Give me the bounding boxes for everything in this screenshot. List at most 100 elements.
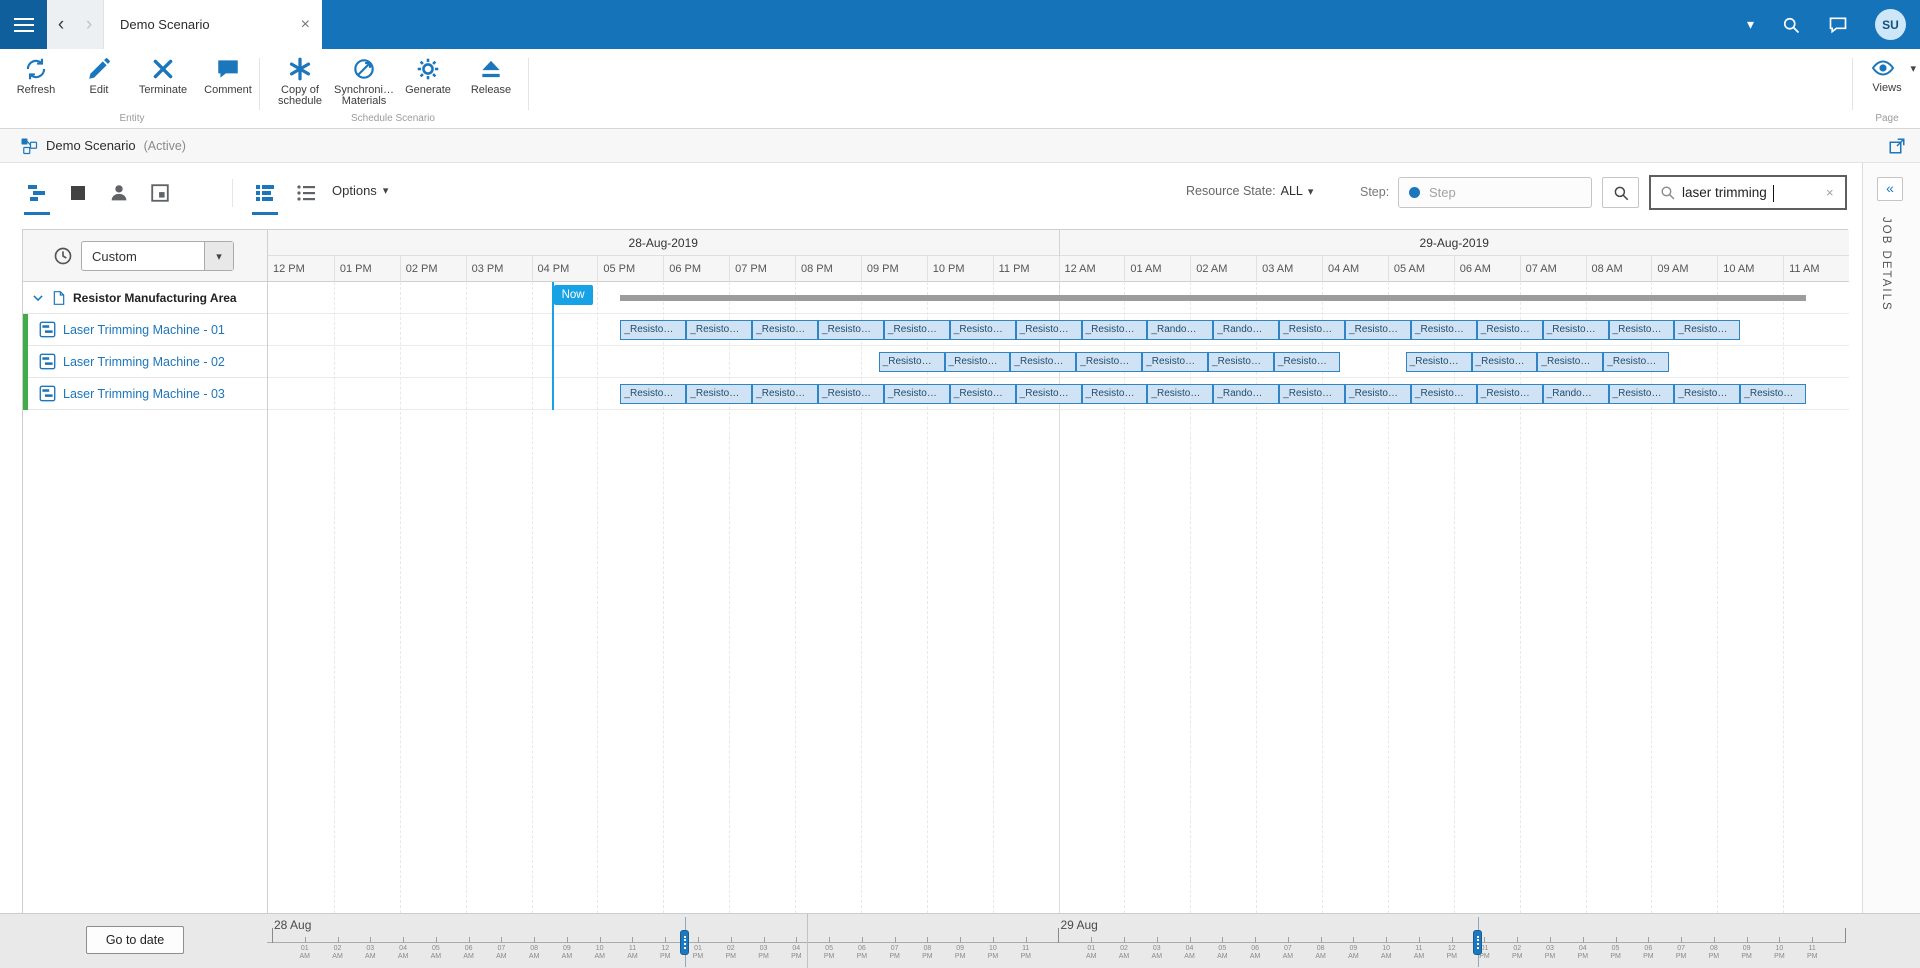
tab-close-icon[interactable]: ×: [301, 17, 310, 33]
task-bar[interactable]: _Resisto…: [1076, 352, 1142, 372]
overview-window-end-handle[interactable]: [1473, 930, 1482, 955]
task-bar[interactable]: _Resisto…: [1208, 352, 1274, 372]
task-bar[interactable]: _Resisto…: [752, 320, 818, 340]
task-bar[interactable]: _Resisto…: [950, 384, 1016, 404]
task-bar[interactable]: _Resisto…: [1147, 384, 1213, 404]
task-bar[interactable]: _Resisto…: [1609, 384, 1675, 404]
user-avatar[interactable]: SU: [1875, 9, 1906, 40]
search-input[interactable]: [1682, 185, 1820, 200]
task-bar[interactable]: _Resisto…: [1082, 384, 1148, 404]
task-bar[interactable]: _Resisto…: [818, 384, 884, 404]
overview-tick: [1583, 937, 1584, 943]
tab-demo-scenario[interactable]: Demo Scenario ×: [103, 0, 322, 49]
task-bar[interactable]: _Resisto…: [1279, 384, 1345, 404]
task-bar[interactable]: _Resisto…: [1082, 320, 1148, 340]
job-details-tab[interactable]: JOB DETAILS: [1880, 217, 1892, 312]
overview-tick: [534, 937, 535, 943]
hour-header-cell: 04 PM: [532, 256, 598, 282]
step-search-button[interactable]: [1602, 177, 1639, 208]
options-dropdown[interactable]: Options ▾: [332, 183, 388, 198]
frame-view-button[interactable]: [143, 176, 177, 210]
task-bar[interactable]: _Resisto…: [1472, 352, 1538, 372]
task-bar[interactable]: _Resisto…: [1543, 320, 1609, 340]
resource-search-field[interactable]: ×: [1649, 175, 1847, 210]
task-bar[interactable]: _Resisto…: [620, 320, 686, 340]
release-button[interactable]: Release: [462, 56, 520, 96]
expand-panel-icon[interactable]: «: [1877, 177, 1903, 201]
area-row[interactable]: Resistor Manufacturing Area: [23, 282, 267, 314]
time-range-dropdown[interactable]: Custom ▾: [81, 241, 234, 271]
task-bar[interactable]: _Resisto…: [884, 384, 950, 404]
task-bar[interactable]: _Resisto…: [1016, 384, 1082, 404]
task-bar[interactable]: _Resisto…: [1477, 320, 1543, 340]
task-bar[interactable]: _Rando…: [1147, 320, 1213, 340]
task-bar[interactable]: _Resisto…: [686, 320, 752, 340]
resource-row[interactable]: Laser Trimming Machine - 01: [23, 314, 267, 346]
resource-gantt-button[interactable]: [248, 176, 282, 210]
task-bar[interactable]: _Resisto…: [1411, 320, 1477, 340]
open-in-new-icon[interactable]: [1888, 137, 1906, 155]
overview-hour-label: 02PM: [719, 945, 743, 960]
task-bar[interactable]: _Resisto…: [1537, 352, 1603, 372]
task-bar[interactable]: _Rando…: [1213, 384, 1279, 404]
task-bar[interactable]: _Resisto…: [884, 320, 950, 340]
resource-row[interactable]: Laser Trimming Machine - 03: [23, 378, 267, 410]
global-search-icon[interactable]: [1781, 15, 1801, 35]
comment-button[interactable]: Comment: [202, 56, 254, 96]
task-bar[interactable]: _Resisto…: [950, 320, 1016, 340]
overview-tick: [567, 937, 568, 943]
overview-window-start-handle[interactable]: [680, 930, 689, 955]
overview-hour-label: 09PM: [948, 945, 972, 960]
operator-view-button[interactable]: [102, 176, 136, 210]
task-bar[interactable]: _Resisto…: [1010, 352, 1076, 372]
terminate-button[interactable]: Terminate: [137, 56, 189, 96]
breadcrumb: Demo Scenario (Active): [0, 129, 1920, 163]
chevron-down-icon[interactable]: [31, 291, 45, 305]
task-bar[interactable]: _Resisto…: [1740, 384, 1806, 404]
resource-state-dropdown[interactable]: Resource State: ALL ▾: [1186, 184, 1313, 198]
gantt-body[interactable]: _Resisto…_Resisto…_Resisto…_Resisto…_Res…: [268, 282, 1849, 913]
task-bar[interactable]: _Resisto…: [620, 384, 686, 404]
task-bar[interactable]: _Resisto…: [1609, 320, 1675, 340]
task-bar[interactable]: _Rando…: [1543, 384, 1609, 404]
back-icon[interactable]: ‹: [47, 0, 75, 49]
hamburger-menu-button[interactable]: [0, 0, 47, 49]
task-bar[interactable]: _Resisto…: [752, 384, 818, 404]
task-bar[interactable]: _Resisto…: [1674, 384, 1740, 404]
generate-button[interactable]: Generate: [398, 56, 458, 96]
go-to-date-button[interactable]: Go to date: [86, 926, 184, 954]
gantt-view-button[interactable]: [20, 176, 54, 210]
task-bar[interactable]: _Resisto…: [1477, 384, 1543, 404]
task-bar[interactable]: _Resisto…: [1411, 384, 1477, 404]
task-bar[interactable]: _Resisto…: [1345, 320, 1411, 340]
feedback-icon[interactable]: [1828, 15, 1848, 35]
task-bar[interactable]: _Resisto…: [945, 352, 1011, 372]
clear-icon[interactable]: ×: [1826, 185, 1834, 200]
task-bar[interactable]: _Rando…: [1213, 320, 1279, 340]
task-bar[interactable]: _Resisto…: [1274, 352, 1340, 372]
tab-list-caret-icon[interactable]: ▾: [1747, 16, 1754, 33]
list-view-button[interactable]: [289, 176, 323, 210]
views-button[interactable]: ▾ Views: [1858, 56, 1916, 94]
task-bar[interactable]: _Resisto…: [1406, 352, 1472, 372]
task-bar[interactable]: _Resisto…: [1279, 320, 1345, 340]
synchronize-materials-button[interactable]: Synchroni… Materials: [330, 56, 398, 107]
task-bar[interactable]: _Resisto…: [1603, 352, 1669, 372]
edit-button[interactable]: Edit: [73, 56, 125, 96]
search-icon: [1612, 184, 1630, 202]
task-bar[interactable]: _Resisto…: [1345, 384, 1411, 404]
copy-of-schedule-button[interactable]: Copy of schedule: [266, 56, 334, 107]
refresh-button[interactable]: Refresh: [10, 56, 62, 96]
task-bar[interactable]: _Resisto…: [686, 384, 752, 404]
overview-hour-label: 02PM: [1505, 945, 1529, 960]
task-bar[interactable]: _Resisto…: [818, 320, 884, 340]
tab-title: Demo Scenario: [120, 17, 210, 32]
task-bar[interactable]: _Resisto…: [1016, 320, 1082, 340]
forward-icon[interactable]: ›: [75, 0, 103, 49]
task-bar[interactable]: _Resisto…: [879, 352, 945, 372]
task-bar[interactable]: _Resisto…: [1142, 352, 1208, 372]
block-view-button[interactable]: [61, 176, 95, 210]
step-input[interactable]: Step: [1398, 177, 1592, 208]
task-bar[interactable]: _Resisto…: [1674, 320, 1740, 340]
resource-row[interactable]: Laser Trimming Machine - 02: [23, 346, 267, 378]
